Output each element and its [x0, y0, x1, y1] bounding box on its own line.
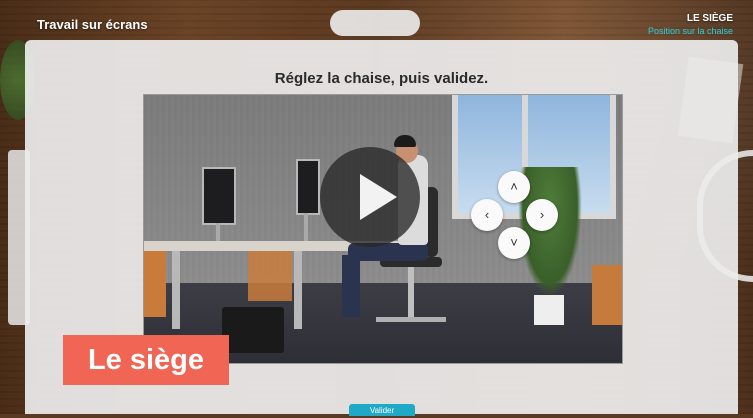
scene-drawer-unit: [248, 251, 292, 301]
scene-monitor: [202, 167, 236, 225]
play-icon: [360, 174, 397, 220]
scene-monitor: [296, 159, 320, 215]
play-button[interactable]: [320, 147, 420, 247]
scene-drawer: [144, 251, 166, 317]
chair-right-button[interactable]: ›: [526, 199, 558, 231]
app-title: Travail sur écrans: [37, 17, 148, 32]
scene-pot: [534, 295, 564, 325]
office-scene-video[interactable]: ˄ ‹ › ˅: [143, 94, 623, 364]
chair-up-button[interactable]: ˄: [498, 171, 530, 203]
section-title: LE SIÈGE: [686, 13, 733, 24]
validate-button[interactable]: Valider: [349, 404, 415, 416]
instruction-text: Réglez la chaise, puis validez.: [274, 70, 489, 87]
scene-bag: [222, 307, 284, 353]
chair-left-button[interactable]: ‹: [471, 199, 503, 231]
topic-badge: Le siège: [63, 335, 229, 385]
chair-down-button[interactable]: ˅: [498, 227, 530, 259]
content-panel: Réglez la chaise, puis validez. ˄ ‹ › ˅ …: [25, 40, 738, 416]
scene-cabinet: [592, 265, 622, 325]
top-bar: Travail sur écrans LE SIÈGE Position sur…: [0, 0, 753, 38]
section-subtitle: Position sur la chaise: [647, 26, 733, 36]
